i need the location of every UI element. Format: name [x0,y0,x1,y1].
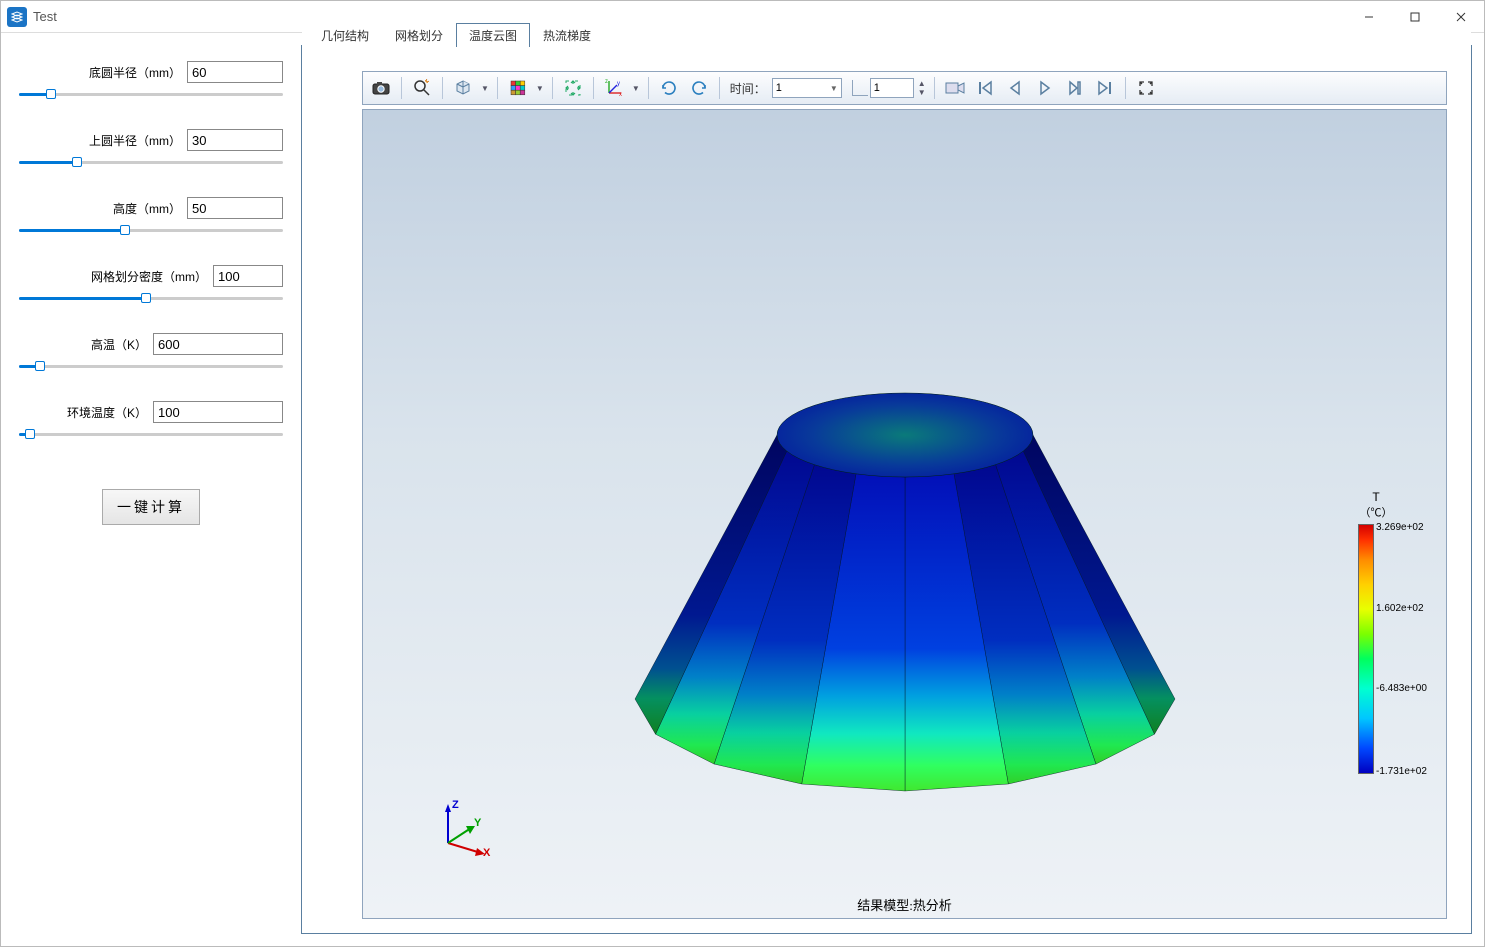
colormap-dropdown[interactable]: ▼ [534,84,546,93]
legend-colorbar [1358,524,1374,774]
frame-input[interactable] [870,78,914,98]
param-input-mesh_density[interactable] [213,265,283,287]
next-frame-button[interactable] [1061,75,1089,101]
legend-tick: -6.483e+00 [1376,683,1427,694]
svg-text:z: z [605,79,608,85]
snapshot-button[interactable] [367,75,395,101]
camera-button[interactable] [941,75,969,101]
viewport-caption: 结果模型:热分析 [857,895,952,914]
param-label-height: 高度（mm） [113,200,181,217]
param-label-bottom_radius: 底圆半径（mm） [89,64,181,81]
tab-1[interactable]: 网格划分 [382,23,456,47]
frame-stepper[interactable]: ▲▼ [916,79,928,97]
expand-button[interactable] [1132,75,1160,101]
legend-tick: -1.731e+02 [1376,766,1427,777]
tabs: 几何结构网格划分温度云图热流梯度 [302,22,1471,46]
isometric-dropdown[interactable]: ▼ [479,84,491,93]
color-legend: T （℃） 3.269e+02 1.602e+02 -6.483e+00 -1.731… [1326,490,1426,774]
param-slider-high_temp[interactable] [19,359,283,373]
svg-text:X: X [483,847,491,858]
angle-icon [852,80,868,96]
svg-text:y: y [617,81,620,87]
last-frame-button[interactable] [1091,75,1119,101]
param-slider-env_temp[interactable] [19,427,283,441]
viewport-3d[interactable]: Z X Y T （℃） 3.269e+02 1.602e+02 -6.483e+00… [362,109,1447,919]
play-button[interactable] [1031,75,1059,101]
tab-2[interactable]: 温度云图 [456,23,530,47]
viewport-toolbar: ▼ ▼ z xy ▼ [362,71,1447,105]
param-label-mesh_density: 网格划分密度（mm） [91,268,207,285]
axes-toggle-button[interactable]: z xy [600,75,628,101]
fit-view-button[interactable] [559,75,587,101]
first-frame-button[interactable] [971,75,999,101]
time-select[interactable]: 1▼ [772,78,842,98]
param-slider-height[interactable] [19,223,283,237]
prev-frame-button[interactable] [1001,75,1029,101]
model-render [625,359,1185,799]
param-input-top_radius[interactable] [187,129,283,151]
svg-text:x: x [619,92,622,97]
legend-unit: （℃） [1326,504,1426,520]
isometric-button[interactable] [449,75,477,101]
param-label-env_temp: 环境温度（K） [67,404,147,421]
param-input-high_temp[interactable] [153,333,283,355]
svg-text:Y: Y [474,817,482,829]
rotate-cw-button[interactable] [655,75,683,101]
param-input-env_temp[interactable] [153,401,283,423]
app-icon [7,7,27,27]
zoom-button[interactable] [408,75,436,101]
tab-3[interactable]: 热流梯度 [530,23,604,47]
param-slider-bottom_radius[interactable] [19,87,283,101]
window-title: Test [33,9,57,24]
right-area: 几何结构网格划分温度云图热流梯度 ▼ [301,45,1472,934]
param-slider-mesh_density[interactable] [19,291,283,305]
param-input-bottom_radius[interactable] [187,61,283,83]
param-input-height[interactable] [187,197,283,219]
colormap-button[interactable] [504,75,532,101]
parameter-panel: 底圆半径（mm） 上圆半径（mm） 高度（mm） 网格划分密度（mm） 高温（K [1,33,301,946]
param-slider-top_radius[interactable] [19,155,283,169]
param-label-top_radius: 上圆半径（mm） [89,132,181,149]
param-label-high_temp: 高温（K） [91,336,147,353]
rotate-ccw-button[interactable] [685,75,713,101]
axes-dropdown[interactable]: ▼ [630,84,642,93]
legend-tick: 3.269e+02 [1376,522,1424,533]
legend-tick: 1.602e+02 [1376,603,1424,614]
calculate-button[interactable]: 一键计算 [102,489,200,525]
tab-0[interactable]: 几何结构 [308,23,382,47]
axis-triad: Z X Y [433,798,493,858]
time-label: 时间： [730,80,766,97]
svg-text:Z: Z [452,799,459,811]
legend-title: T [1326,490,1426,504]
